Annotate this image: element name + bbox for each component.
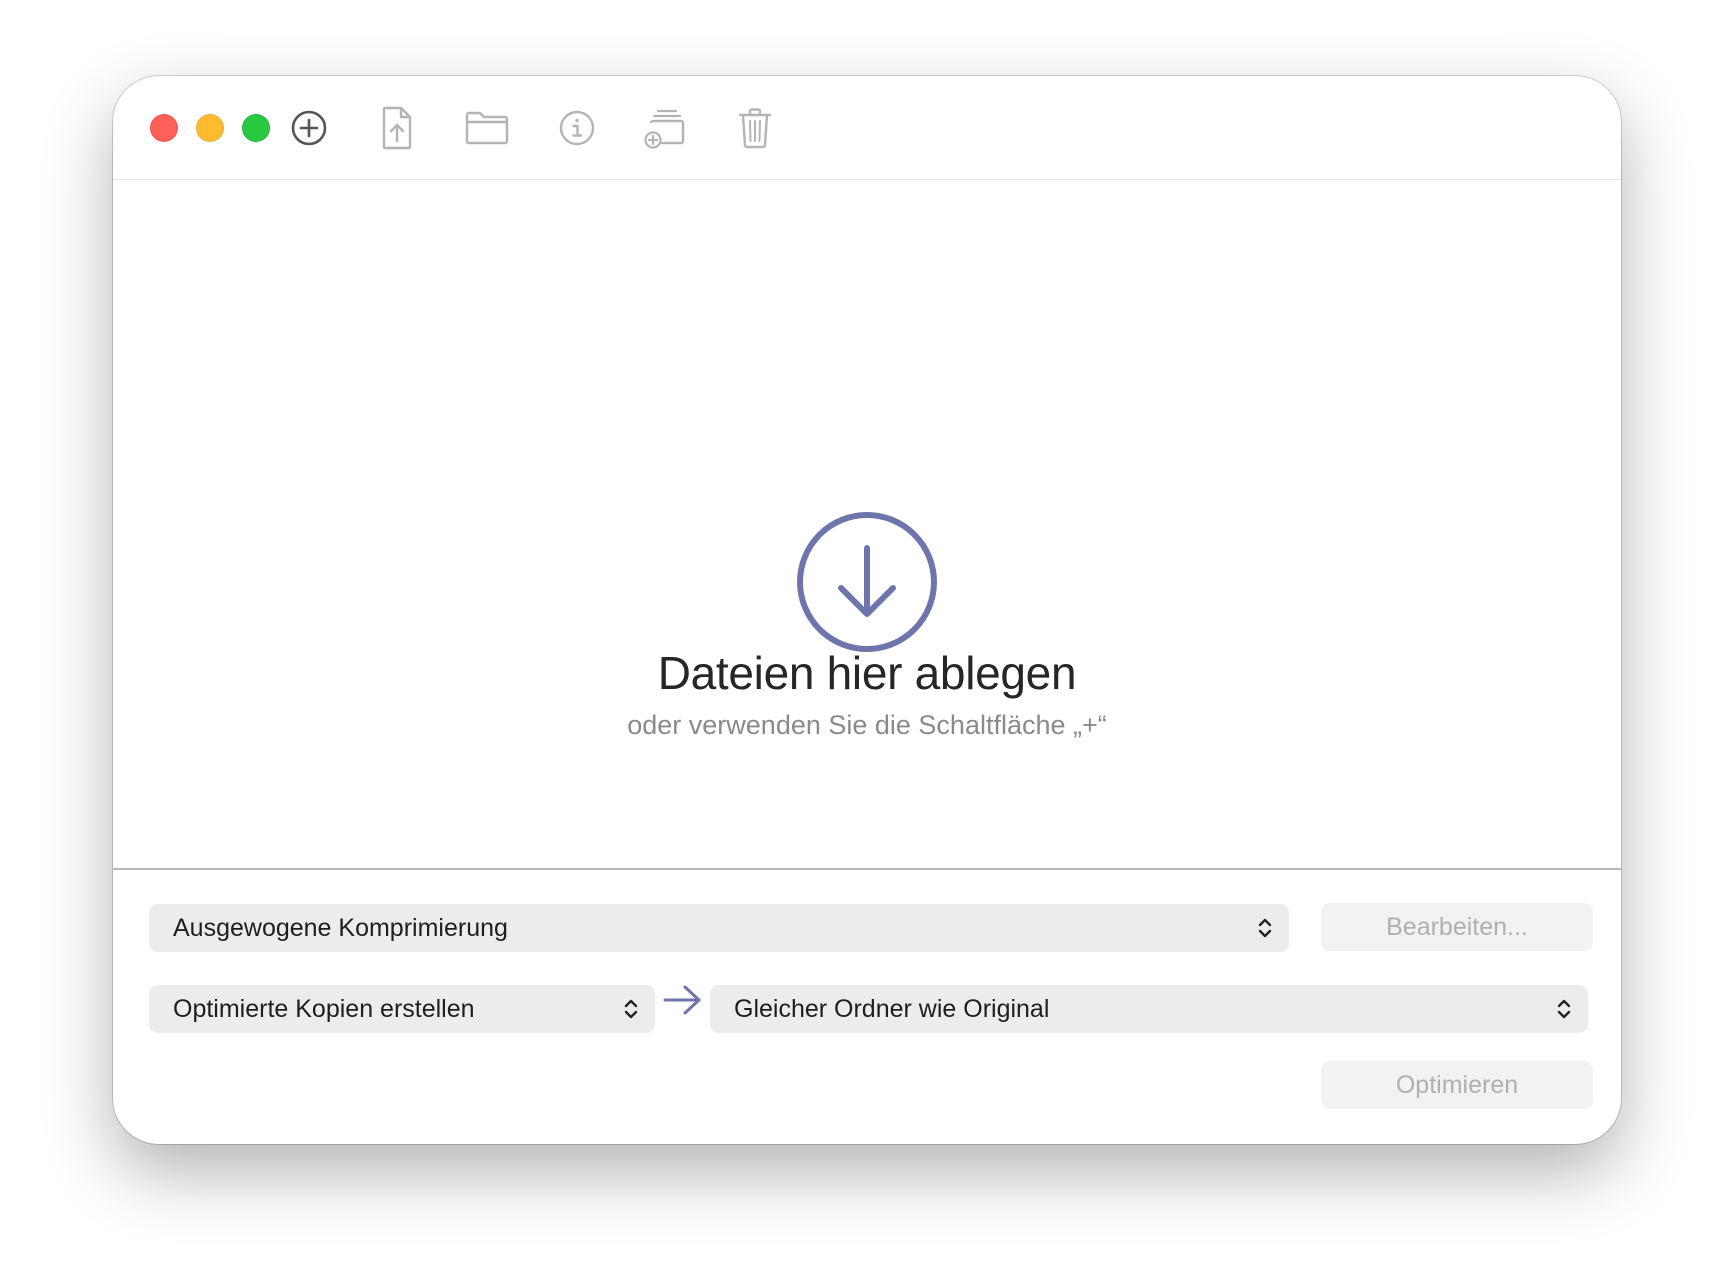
chevron-up-down-icon xyxy=(1258,918,1272,938)
drop-title: Dateien hier ablegen xyxy=(657,647,1077,699)
divider xyxy=(113,868,1621,870)
info-circle-icon xyxy=(559,110,595,146)
export-file-button[interactable] xyxy=(369,100,425,156)
add-to-stack-button[interactable] xyxy=(637,100,693,156)
arrow-right-icon xyxy=(663,985,701,1015)
mode-popup[interactable]: Optimierte Kopien erstellen xyxy=(149,985,655,1033)
minimize-window-button[interactable] xyxy=(196,114,224,142)
optimize-button[interactable]: Optimieren xyxy=(1321,1061,1593,1109)
app-window: Dateien hier ablegen oder verwenden Sie … xyxy=(113,76,1621,1144)
plus-circle-icon xyxy=(291,110,327,146)
preset-popup[interactable]: Ausgewogene Komprimierung xyxy=(149,904,1289,952)
download-circle-icon xyxy=(797,512,937,652)
close-window-button[interactable] xyxy=(150,114,178,142)
edit-button[interactable]: Bearbeiten... xyxy=(1321,903,1593,951)
file-upload-icon xyxy=(382,106,412,150)
chevron-up-down-icon xyxy=(1557,999,1571,1019)
delete-button[interactable] xyxy=(727,100,783,156)
destination-value: Gleicher Ordner wie Original xyxy=(734,994,1050,1023)
toolbar xyxy=(113,76,1621,180)
zoom-window-button[interactable] xyxy=(242,114,270,142)
chevron-up-down-icon xyxy=(624,999,638,1019)
preset-value: Ausgewogene Komprimierung xyxy=(173,913,508,942)
destination-popup[interactable]: Gleicher Ordner wie Original xyxy=(710,985,1588,1033)
show-in-folder-button[interactable] xyxy=(459,100,515,156)
drop-zone[interactable]: Dateien hier ablegen oder verwenden Sie … xyxy=(113,180,1621,944)
drop-subtitle: oder verwenden Sie die Schaltfläche „+“ xyxy=(627,710,1107,740)
mode-value: Optimierte Kopien erstellen xyxy=(173,994,475,1023)
trash-icon xyxy=(738,108,772,149)
add-files-button[interactable] xyxy=(281,100,337,156)
info-button[interactable] xyxy=(549,100,605,156)
folder-icon xyxy=(465,111,509,145)
add-to-stack-icon xyxy=(644,109,685,149)
